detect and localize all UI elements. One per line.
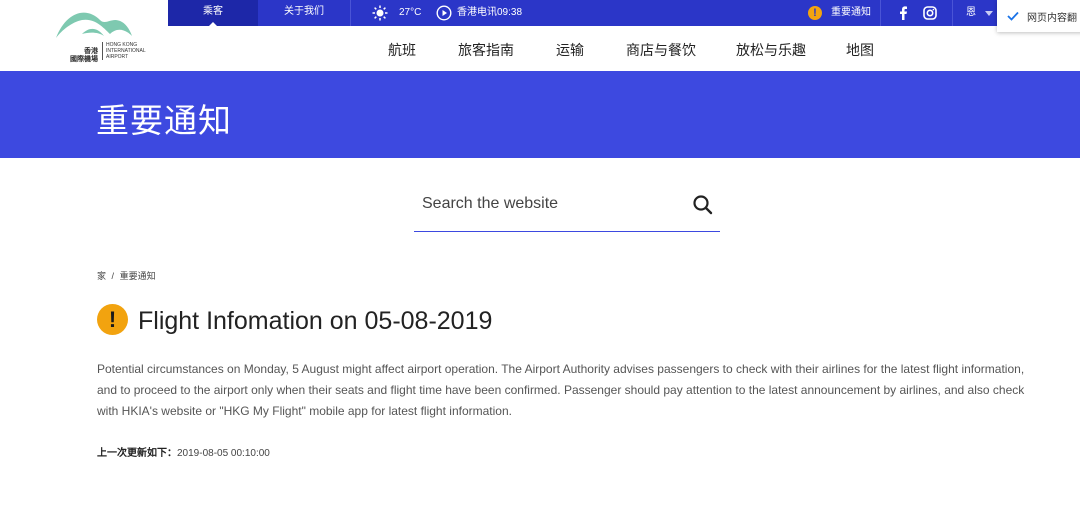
main-navigation: 航班 旅客指南 运输 商店与餐饮 放松与乐趣 地图 — [380, 40, 886, 60]
logo-english-text: HONG KONG INTERNATIONAL AIRPORT — [102, 42, 146, 60]
topbar-divider — [952, 0, 953, 26]
chevron-down-icon — [985, 10, 993, 16]
logo-swoosh-icon — [56, 12, 132, 38]
site-search — [414, 186, 720, 232]
nav-item-flights[interactable]: 航班 — [380, 40, 458, 60]
search-button[interactable] — [692, 194, 714, 216]
search-input[interactable] — [414, 186, 674, 222]
instagram-icon — [923, 6, 937, 20]
tab-about-label: 关于我们 — [284, 6, 324, 17]
search-icon — [693, 195, 713, 215]
alert-icon: ! — [808, 6, 822, 20]
weather-widget: 27°C — [372, 0, 421, 26]
logo-chinese-text: 香港 國際機場 — [70, 48, 98, 63]
article-header: ! Flight Infomation on 05-08-2019 — [97, 304, 492, 335]
notice-label: 重要通知 — [831, 7, 871, 18]
page-title: 重要通知 — [96, 102, 232, 139]
page-banner: 重要通知 — [0, 71, 1080, 158]
checkmark-icon — [1007, 11, 1019, 21]
important-notice-link[interactable]: ! 重要通知 — [808, 0, 871, 26]
topbar-divider — [350, 0, 351, 26]
sun-icon — [372, 5, 388, 21]
time-text: 香港电讯09:38 — [457, 7, 523, 18]
temperature-text: 27°C — [399, 7, 422, 18]
site-header: 香港 國際機場 HONG KONG INTERNATIONAL AIRPORT … — [0, 0, 1080, 71]
top-utility-bar: 乘客 关于我们 27°C 香港电讯09:38 ! 重要通知 恩 — [168, 0, 997, 26]
tab-passenger[interactable]: 乘客 — [168, 0, 258, 26]
language-selector[interactable]: 恩 — [966, 0, 993, 26]
play-circle-icon — [436, 5, 452, 21]
nav-item-relax-fun[interactable]: 放松与乐趣 — [736, 40, 846, 60]
last-updated-value: 2019-08-05 00:10:00 — [177, 448, 270, 459]
facebook-link[interactable] — [898, 0, 908, 26]
topbar-divider — [880, 0, 881, 26]
last-updated: 上一次更新如下：2019-08-05 00:10:00 — [97, 444, 270, 459]
nav-item-shop-dine[interactable]: 商店与餐饮 — [626, 40, 736, 60]
breadcrumb: 家 / 重要通知 — [97, 269, 156, 282]
breadcrumb-home[interactable]: 家 — [97, 271, 106, 281]
translate-label: 网页内容翻 — [1027, 12, 1077, 24]
translate-popup[interactable]: 网页内容翻 — [997, 0, 1080, 32]
facebook-icon — [900, 6, 907, 20]
breadcrumb-separator: / — [111, 271, 115, 281]
tab-about-us[interactable]: 关于我们 — [258, 0, 350, 26]
breadcrumb-current: 重要通知 — [119, 271, 156, 281]
article-title: Flight Infomation on 05-08-2019 — [138, 307, 493, 335]
article-body: Potential circumstances on Monday, 5 Aug… — [97, 362, 1025, 418]
nav-item-transport[interactable]: 运输 — [556, 40, 626, 60]
nav-item-maps[interactable]: 地图 — [846, 40, 886, 60]
instagram-link[interactable] — [923, 0, 937, 26]
tab-passenger-label: 乘客 — [203, 6, 223, 17]
nav-item-passenger-guide[interactable]: 旅客指南 — [458, 40, 556, 60]
last-updated-label: 上一次更新如下： — [97, 448, 177, 459]
time-widget[interactable]: 香港电讯09:38 — [436, 0, 522, 26]
hkia-logo[interactable]: 香港 國際機場 HONG KONG INTERNATIONAL AIRPORT — [50, 6, 160, 64]
alert-icon: ! — [97, 304, 128, 335]
language-label: 恩 — [966, 7, 976, 18]
